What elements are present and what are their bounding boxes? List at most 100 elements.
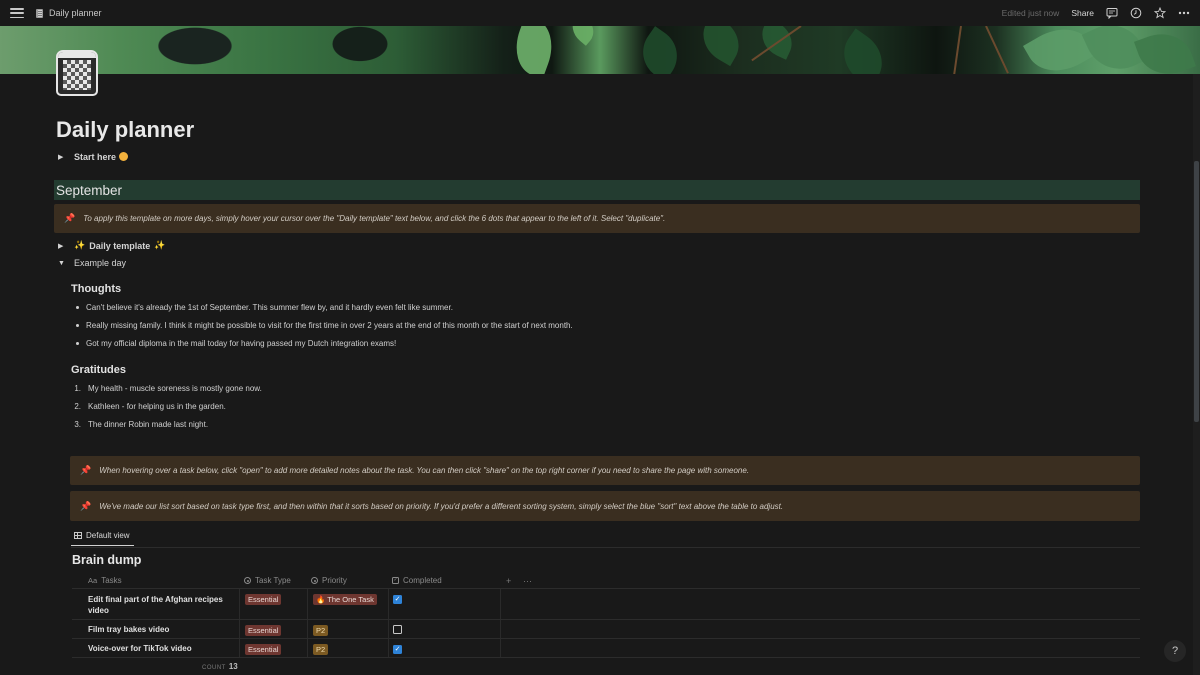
breadcrumb[interactable]: Daily planner bbox=[36, 8, 102, 18]
fire-icon: 🔥 bbox=[316, 595, 326, 604]
help-button[interactable]: ? bbox=[1164, 640, 1186, 662]
select-property-icon bbox=[311, 577, 318, 584]
completed-cell[interactable]: ✓ bbox=[388, 589, 500, 619]
breadcrumb-page-title[interactable]: Daily planner bbox=[49, 8, 102, 18]
empty-cell bbox=[500, 620, 1140, 638]
tab-label[interactable]: Default view bbox=[86, 531, 130, 540]
toggle-right-arrow-icon[interactable]: ▶ bbox=[58, 153, 68, 161]
task-type-cell[interactable]: Essential bbox=[239, 639, 307, 657]
column-header-completed[interactable]: Completed bbox=[392, 572, 442, 589]
callout-template-tip: 📌 To apply this template on more days, s… bbox=[54, 204, 1140, 233]
task-type-cell[interactable]: Essential bbox=[239, 589, 307, 619]
more-icon[interactable] bbox=[1178, 7, 1190, 19]
divider bbox=[71, 547, 1140, 548]
toggle-daily-template[interactable]: ▶ ✨ Daily template ✨ bbox=[58, 240, 165, 251]
column-header-priority[interactable]: Priority bbox=[311, 572, 347, 589]
gratitude-item: 3. The dinner Robin made last night. bbox=[73, 420, 208, 429]
menu-icon[interactable] bbox=[10, 6, 24, 20]
priority-cell[interactable]: 🔥 The One Task bbox=[307, 589, 388, 619]
start-here-label[interactable]: Start here bbox=[74, 152, 116, 162]
thoughts-heading: Thoughts bbox=[71, 283, 122, 295]
task-cell[interactable]: Edit final part of the Afghan recipes vi… bbox=[88, 589, 238, 619]
priority-tag[interactable]: P2 bbox=[313, 644, 329, 655]
task-type-tag[interactable]: Essential bbox=[245, 625, 282, 636]
column-label[interactable]: Tasks bbox=[101, 576, 121, 585]
column-header-tasks[interactable]: Aa Tasks bbox=[88, 572, 122, 589]
add-property-button[interactable]: + bbox=[506, 572, 511, 589]
smile-emoji-icon bbox=[119, 152, 129, 161]
sparkles-icon: ✨ bbox=[154, 240, 166, 250]
count-footer[interactable]: COUNT 13 bbox=[202, 662, 238, 671]
empty-cell bbox=[500, 639, 1140, 657]
scrollbar[interactable] bbox=[1193, 74, 1200, 675]
example-day-label[interactable]: Example day bbox=[74, 258, 126, 268]
thought-item: Can't believe it's already the 1st of Se… bbox=[76, 303, 453, 312]
scrollbar-thumb[interactable] bbox=[1194, 161, 1199, 422]
completed-cell[interactable]: ✓ bbox=[388, 639, 500, 657]
list-number: 3. bbox=[74, 420, 81, 429]
column-label[interactable]: Completed bbox=[403, 576, 442, 585]
notebook-checker-icon[interactable] bbox=[56, 50, 98, 96]
task-type-tag[interactable]: Essential bbox=[245, 644, 282, 655]
thought-text: Can't believe it's already the 1st of Se… bbox=[86, 303, 453, 312]
share-button[interactable]: Share bbox=[1071, 8, 1094, 18]
priority-cell[interactable]: P2 bbox=[307, 620, 388, 638]
priority-tag[interactable]: 🔥 The One Task bbox=[313, 594, 377, 605]
toggle-example-day[interactable]: ▼ Example day bbox=[58, 258, 126, 268]
pushpin-icon: 📌 bbox=[80, 465, 92, 475]
gratitude-text: My health - muscle soreness is mostly go… bbox=[88, 384, 262, 393]
thought-item: Really missing family. I think it might … bbox=[76, 321, 573, 330]
checkbox-checked[interactable]: ✓ bbox=[393, 645, 402, 654]
daily-template-label[interactable]: Daily template bbox=[89, 241, 150, 251]
gratitude-text: Kathleen - for helping us in the garden. bbox=[88, 402, 226, 411]
priority-tag[interactable]: P2 bbox=[313, 625, 329, 636]
column-header-task-type[interactable]: Task Type bbox=[244, 572, 291, 589]
favorite-star-icon[interactable] bbox=[1154, 7, 1166, 19]
bullet-icon bbox=[76, 342, 79, 345]
select-property-icon bbox=[244, 577, 251, 584]
more-options-button[interactable]: ··· bbox=[523, 572, 532, 589]
tab-default-view[interactable]: Default view bbox=[71, 530, 134, 546]
toggle-right-arrow-icon[interactable]: ▶ bbox=[58, 242, 68, 250]
column-label[interactable]: Task Type bbox=[255, 576, 291, 585]
task-cell[interactable]: Voice-over for TikTok video bbox=[88, 639, 238, 657]
month-heading[interactable]: September bbox=[54, 180, 1140, 200]
gratitudes-heading: Gratitudes bbox=[71, 364, 127, 376]
column-label[interactable]: Priority bbox=[322, 576, 347, 585]
cover-image[interactable] bbox=[0, 26, 1200, 74]
page-title[interactable]: Daily planner bbox=[56, 117, 194, 143]
gratitude-text: The dinner Robin made last night. bbox=[88, 420, 209, 429]
callout-text: We've made our list sort based on task t… bbox=[99, 501, 784, 511]
task-cell[interactable]: Film tray bakes video bbox=[88, 620, 238, 638]
task-type-cell[interactable]: Essential bbox=[239, 620, 307, 638]
database-title[interactable]: Brain dump bbox=[72, 553, 141, 567]
checkbox-checked[interactable]: ✓ bbox=[393, 595, 402, 604]
priority-cell[interactable]: P2 bbox=[307, 639, 388, 657]
thought-text: Really missing family. I think it might … bbox=[86, 321, 573, 330]
completed-cell[interactable] bbox=[388, 620, 500, 638]
callout-sort-tip: 📌 We've made our list sort based on task… bbox=[70, 491, 1140, 521]
thought-text: Got my official diploma in the mail toda… bbox=[86, 339, 397, 348]
callout-open-tip: 📌 When hovering over a task below, click… bbox=[70, 456, 1140, 485]
count-value: 13 bbox=[228, 662, 238, 671]
bullet-icon bbox=[76, 324, 79, 327]
comments-icon[interactable] bbox=[1106, 7, 1118, 19]
table-row[interactable]: Film tray bakes video Essential P2 bbox=[72, 620, 1140, 639]
toggle-down-arrow-icon[interactable]: ▼ bbox=[58, 260, 68, 267]
list-number: 2. bbox=[74, 402, 81, 411]
page-icon bbox=[36, 8, 43, 18]
gratitude-item: 1. My health - muscle soreness is mostly … bbox=[73, 384, 262, 393]
callout-text: To apply this template on more days, sim… bbox=[83, 214, 666, 223]
table-row[interactable]: Voice-over for TikTok video Essential P2… bbox=[72, 639, 1140, 658]
task-type-tag[interactable]: Essential bbox=[245, 594, 282, 605]
sparkles-icon: ✨ bbox=[74, 240, 86, 250]
thought-item: Got my official diploma in the mail toda… bbox=[76, 339, 396, 348]
table-row[interactable]: Edit final part of the Afghan recipes vi… bbox=[72, 589, 1140, 620]
toggle-start-here[interactable]: ▶ Start here bbox=[58, 152, 129, 162]
checkbox-unchecked[interactable] bbox=[393, 625, 402, 634]
history-icon[interactable] bbox=[1130, 7, 1142, 19]
pushpin-icon: 📌 bbox=[80, 500, 92, 511]
count-label: COUNT bbox=[202, 665, 226, 671]
table-header: Aa Tasks Task Type Priority Completed + … bbox=[72, 572, 1140, 589]
pushpin-icon: 📌 bbox=[64, 213, 76, 223]
